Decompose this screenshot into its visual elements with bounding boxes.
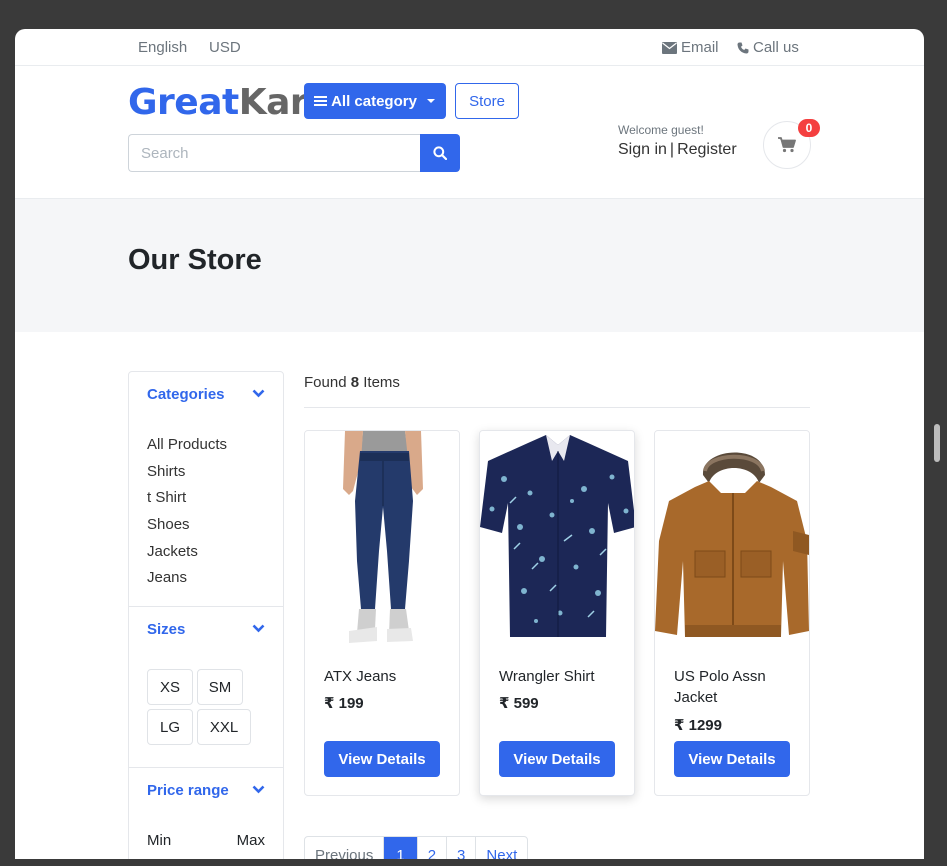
results-count: Found 8 Items [304, 374, 400, 391]
product-name[interactable]: ATX Jeans [324, 666, 449, 687]
browser-viewport: English USD Email Call us GreatKart All … [15, 29, 924, 859]
auth-links: Sign in | Register [618, 141, 737, 159]
size-options: XS SM LG XXL [129, 651, 283, 769]
product-price: ₹ 599 [499, 695, 539, 712]
view-details-button[interactable]: View Details [324, 741, 440, 777]
pagination-previous[interactable]: Previous [305, 837, 385, 859]
logo[interactable]: GreatKart [128, 82, 324, 123]
product-card[interactable]: ATX Jeans ₹ 199 View Details [304, 430, 460, 796]
chevron-down-icon [252, 389, 265, 398]
sizes-header[interactable]: Sizes [129, 607, 283, 651]
results-suffix: Items [363, 374, 400, 391]
welcome-text: Welcome guest! [618, 123, 704, 137]
pagination-next[interactable]: Next [476, 837, 527, 860]
product-image-jeans[interactable] [305, 431, 459, 645]
page-title-section: Our Store [15, 199, 924, 332]
price-min-label: Min [147, 832, 172, 850]
category-item-jeans[interactable]: Jeans [147, 565, 265, 592]
site-header: GreatKart All category Store Welcome gue… [15, 66, 924, 199]
categories-title: Categories [147, 385, 225, 403]
envelope-icon [662, 41, 677, 54]
currency-selector[interactable]: USD [209, 39, 241, 56]
store-button[interactable]: Store [455, 83, 519, 119]
filter-sidebar: Categories All Products Shirts t Shirt S… [128, 371, 284, 859]
cart-count-badge: 0 [798, 119, 820, 137]
call-label: Call us [753, 39, 799, 56]
sign-in-link[interactable]: Sign in [618, 141, 667, 158]
category-list: All Products Shirts t Shirt Shoes Jacket… [129, 416, 283, 608]
search-icon [433, 146, 447, 160]
call-link[interactable]: Call us [737, 39, 799, 56]
logo-great: Great [128, 82, 239, 123]
shopping-cart-icon [778, 137, 796, 153]
chevron-down-icon [252, 624, 265, 633]
product-price: ₹ 199 [324, 695, 364, 712]
category-item-t-shirt[interactable]: t Shirt [147, 485, 265, 512]
pagination-page-3[interactable]: 3 [447, 837, 477, 859]
register-link[interactable]: Register [677, 141, 737, 158]
view-details-button[interactable]: View Details [499, 741, 615, 777]
chevron-down-icon [252, 785, 265, 794]
product-price: ₹ 1299 [674, 717, 722, 734]
product-card[interactable]: Wrangler Shirt ₹ 599 View Details [479, 430, 635, 796]
search-form [128, 134, 460, 172]
email-link[interactable]: Email [662, 39, 719, 56]
size-option-lg[interactable]: LG [147, 709, 193, 746]
top-bar: English USD Email Call us [15, 29, 924, 66]
phone-icon [737, 42, 749, 53]
category-item-shoes[interactable]: Shoes [147, 512, 265, 539]
categories-header[interactable]: Categories [129, 372, 283, 416]
jeans-image [305, 431, 459, 645]
search-input[interactable] [128, 134, 420, 172]
pagination-page-1[interactable]: 1 [384, 837, 418, 859]
results-prefix: Found [304, 374, 347, 391]
price-max-label: Max [236, 832, 265, 850]
sizes-title: Sizes [147, 620, 186, 638]
results-number: 8 [350, 374, 360, 391]
price-range-title: Price range [147, 781, 229, 799]
product-name[interactable]: Wrangler Shirt [499, 666, 624, 687]
product-image-shirt[interactable] [480, 431, 634, 645]
scrollbar[interactable] [934, 424, 940, 462]
view-details-button[interactable]: View Details [674, 741, 790, 777]
category-item-all-products[interactable]: All Products [147, 432, 265, 459]
caret-down-icon [426, 99, 435, 103]
pagination-page-2[interactable]: 2 [418, 837, 448, 859]
category-item-jackets[interactable]: Jackets [147, 539, 265, 566]
auth-separator: | [669, 141, 675, 158]
size-option-sm[interactable]: SM [197, 669, 243, 706]
divider [304, 407, 810, 408]
shirt-image [480, 431, 634, 645]
jacket-image [655, 431, 809, 645]
language-selector[interactable]: English [138, 39, 187, 56]
bars-icon [314, 96, 328, 106]
search-button[interactable] [420, 134, 460, 172]
all-category-button[interactable]: All category [304, 83, 446, 119]
price-range-labels: Min Max [129, 812, 283, 849]
product-name[interactable]: US Polo Assn Jacket [674, 666, 799, 708]
category-item-shirts[interactable]: Shirts [147, 459, 265, 486]
all-category-label: All category [331, 92, 417, 110]
product-image-jacket[interactable] [655, 431, 809, 645]
page-title: Our Store [128, 244, 262, 276]
size-option-xxl[interactable]: XXL [197, 709, 251, 746]
pagination: Previous 1 2 3 Next [304, 836, 529, 860]
email-label: Email [681, 39, 719, 56]
price-range-header[interactable]: Price range [129, 768, 283, 812]
size-option-xs[interactable]: XS [147, 669, 193, 706]
product-card[interactable]: US Polo Assn Jacket ₹ 1299 View Details [654, 430, 810, 796]
